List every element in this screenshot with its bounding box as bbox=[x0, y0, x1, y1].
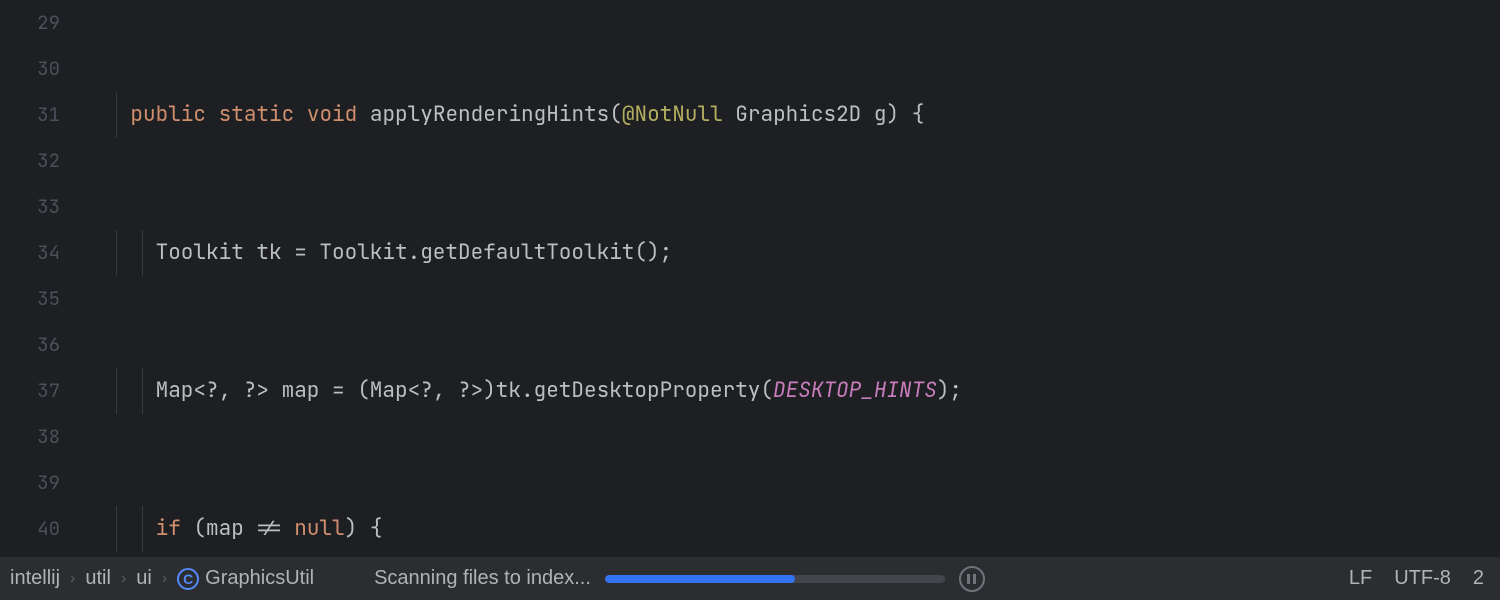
line-number: 38 bbox=[0, 414, 60, 460]
pause-button[interactable] bbox=[959, 566, 985, 592]
encoding-indicator[interactable]: UTF-8 bbox=[1394, 567, 1451, 590]
line-number: 31 bbox=[0, 92, 60, 138]
line-number: 35 bbox=[0, 276, 60, 322]
code-editor[interactable]: 29 30 31 32 33 34 35 36 37 38 39 40 publ… bbox=[0, 0, 1500, 556]
code-line[interactable]: Map<?, ?> map = (Map<?, ?>)tk.getDesktop… bbox=[80, 368, 1500, 414]
status-right: LF UTF-8 2 bbox=[1349, 567, 1490, 590]
line-number: 34 bbox=[0, 230, 60, 276]
line-number: 40 bbox=[0, 506, 60, 552]
indexing-status: Scanning files to index... bbox=[374, 566, 1349, 592]
code-line[interactable]: Toolkit tk = Toolkit.getDefaultToolkit()… bbox=[80, 230, 1500, 276]
line-number: 36 bbox=[0, 322, 60, 368]
line-number: 37 bbox=[0, 368, 60, 414]
line-number: 32 bbox=[0, 138, 60, 184]
line-ending-indicator[interactable]: LF bbox=[1349, 567, 1372, 590]
chevron-right-icon: › bbox=[70, 570, 75, 588]
line-number: 30 bbox=[0, 46, 60, 92]
line-number: 29 bbox=[0, 0, 60, 46]
breadcrumb-item-class[interactable]: C GraphicsUtil bbox=[177, 567, 314, 590]
tab-size-indicator[interactable]: 2 bbox=[1473, 567, 1484, 590]
indexing-progress[interactable] bbox=[605, 575, 945, 583]
progress-fill bbox=[605, 575, 795, 583]
breadcrumb-item-ui[interactable]: ui bbox=[136, 567, 152, 590]
breadcrumb-item-intellij[interactable]: intellij bbox=[10, 567, 60, 590]
indexing-label[interactable]: Scanning files to index... bbox=[374, 567, 591, 590]
breadcrumb-item-util[interactable]: util bbox=[85, 567, 111, 590]
chevron-right-icon: › bbox=[121, 570, 126, 588]
class-icon: C bbox=[177, 568, 199, 590]
status-bar: intellij › util › ui › C GraphicsUtil Sc… bbox=[0, 556, 1500, 600]
line-number: 39 bbox=[0, 460, 60, 506]
breadcrumb-class-label: GraphicsUtil bbox=[205, 567, 314, 590]
line-number-gutter: 29 30 31 32 33 34 35 36 37 38 39 40 bbox=[0, 0, 80, 556]
code-line[interactable]: if (map != null) { bbox=[80, 506, 1500, 552]
code-line[interactable]: public static void applyRenderingHints(@… bbox=[80, 92, 1500, 138]
code-content[interactable]: public static void applyRenderingHints(@… bbox=[80, 0, 1500, 556]
chevron-right-icon: › bbox=[162, 570, 167, 588]
line-number: 33 bbox=[0, 184, 60, 230]
breadcrumb: intellij › util › ui › C GraphicsUtil bbox=[10, 567, 314, 590]
pause-icon bbox=[967, 574, 976, 584]
